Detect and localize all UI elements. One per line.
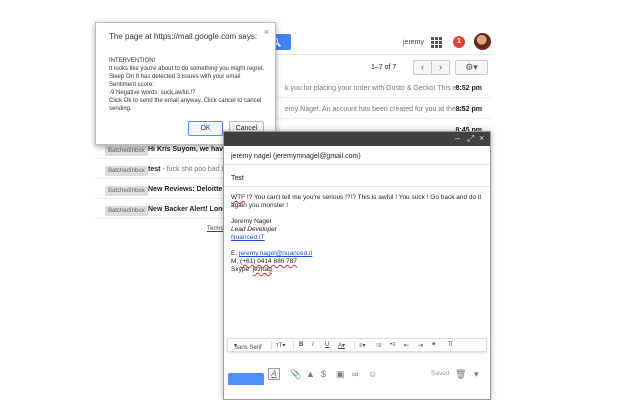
clear-formatting-icon[interactable]: T̸ (448, 342, 452, 348)
label-badge: BatchedInbox (105, 146, 148, 156)
label-badge: BatchedInbox (105, 186, 148, 196)
saved-status: Saved (431, 370, 450, 377)
compose-window: – ⤢ × jeremy nagel (jeremymnagel@gmail.c… (223, 131, 491, 400)
alert-dialog: The page at https://mail.google.com says… (95, 22, 276, 145)
signature-company-link[interactable]: Nuanced IT (231, 234, 486, 242)
quote-icon[interactable]: ❝ (432, 342, 435, 349)
numbered-list-icon[interactable]: ⁝≡ (376, 342, 381, 349)
email-subject: New Backer Alert! Longs (148, 206, 231, 213)
alert-message: INTERVENTION! It looks like you're about… (109, 58, 265, 112)
email-snippet: - fuck shit poo bad te (162, 166, 228, 173)
signature-name: Jeremy Nagel (231, 218, 272, 225)
pagination-count: 1–7 of 7 (371, 64, 397, 71)
terms-link[interactable]: Terms (207, 226, 223, 232)
email-subject: test - fuck shit poo bad te (148, 166, 228, 173)
italic-icon[interactable]: I (312, 342, 314, 348)
minimize-icon[interactable]: – (455, 133, 460, 143)
label-badge: BatchedInbox (105, 206, 148, 216)
font-family-select[interactable]: Sans Serif ▾ (234, 342, 262, 351)
ok-button[interactable]: OK (188, 121, 223, 136)
email-subject: New Reviews: Deloitte - (148, 186, 227, 193)
font-size-icon[interactable]: тT▾ (276, 342, 285, 349)
text-color-icon[interactable]: A▾ (338, 342, 345, 349)
underline-icon[interactable]: U (325, 342, 329, 348)
chevron-right-icon: › (439, 62, 442, 72)
more-options-icon[interactable]: ▾ (474, 369, 479, 380)
email-time: 8:52 pm (455, 106, 482, 113)
avatar[interactable] (474, 33, 491, 50)
user-name[interactable]: jeremy (403, 39, 424, 46)
emoji-icon[interactable]: ☺ (368, 369, 377, 379)
attach-icon[interactable]: 📎 (290, 369, 301, 380)
subject-field[interactable]: Test (224, 170, 490, 187)
subject-value: Test (231, 175, 244, 182)
signature-skype: jeznag (252, 266, 272, 273)
message-body[interactable]: WTF !? You can't tell me you're serious … (231, 194, 486, 274)
screen: jeremy 1 1–7 of 7 ‹ › ⚙▾ k you for placi… (0, 0, 640, 400)
expand-icon[interactable]: ⤢ (467, 133, 474, 144)
formatting-toolbar: Sans Serif ▾ тT▾ B I U A▾ ≡▾ ⁝≡ •≡ ⇤ ⇥ ❝… (227, 338, 487, 352)
send-button[interactable] (228, 373, 264, 385)
recipient: jeremy nagel (jeremymnagel@gmail.com) (231, 153, 361, 160)
chevron-left-icon: ‹ (421, 62, 424, 72)
indent-less-icon[interactable]: ⇤ (404, 342, 409, 349)
email-snippet: k you for placing your order with Gusto … (285, 85, 459, 92)
gear-icon: ⚙▾ (465, 62, 478, 72)
apps-grid-icon[interactable] (431, 37, 442, 48)
drive-icon[interactable]: ▲ (306, 369, 315, 379)
next-page-button[interactable]: › (431, 60, 450, 75)
bold-icon[interactable]: B (299, 342, 303, 348)
notification-badge[interactable]: 1 (453, 36, 465, 48)
bulleted-list-icon[interactable]: •≡ (390, 342, 396, 348)
misspelled-word: WTF (231, 194, 246, 201)
signature-title: Lead Developer (231, 226, 277, 233)
formatting-options-icon[interactable]: A (268, 368, 280, 380)
align-icon[interactable]: ≡▾ (359, 342, 366, 349)
close-icon[interactable]: × (479, 133, 484, 143)
prev-page-button[interactable]: ‹ (413, 60, 432, 75)
indent-more-icon[interactable]: ⇥ (418, 342, 423, 349)
label-badge: BatchedInbox (105, 166, 148, 176)
signature-phone: (+61) 0414 886 787 (240, 258, 297, 265)
link-icon[interactable]: ∞ (352, 369, 358, 379)
email-time: 8:52 pm (455, 85, 482, 92)
email-snippet: emy Nagel. An account has been created f… (285, 106, 466, 113)
compose-footer: A 📎 ▲ $ ▣ ∞ ☺ Saved 🗑 ▾ (224, 364, 490, 400)
close-icon[interactable]: × (264, 27, 269, 37)
trash-icon[interactable]: 🗑 (455, 369, 466, 380)
compose-titlebar: – ⤢ × (224, 132, 490, 146)
signature-email-link[interactable]: jeremy.nagel@nuanced.it (239, 250, 312, 257)
photo-icon[interactable]: ▣ (336, 369, 345, 380)
email-subject: Hi Kris Suyom, we have (148, 146, 227, 153)
money-icon[interactable]: $ (321, 369, 326, 379)
settings-button[interactable]: ⚙▾ (455, 60, 488, 75)
to-field[interactable]: jeremy nagel (jeremymnagel@gmail.com) (224, 148, 490, 165)
alert-title: The page at https://mail.google.com says… (109, 32, 258, 41)
